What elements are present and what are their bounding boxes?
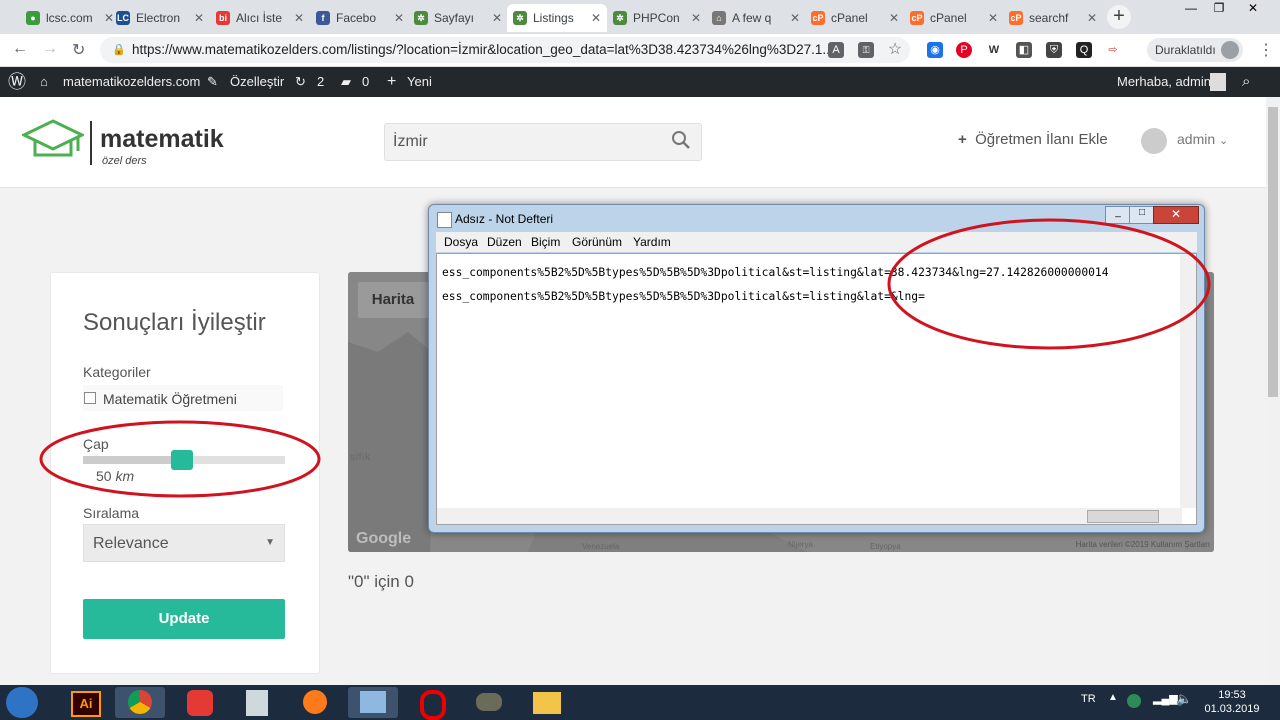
taskbar-illustrator[interactable]: Ai [60, 687, 110, 718]
clock-date: 01.03.2019 [1204, 703, 1260, 715]
start-button[interactable] [6, 687, 38, 718]
calculator-icon [246, 690, 268, 716]
annotation-ellipse [39, 420, 321, 498]
taskbar-app[interactable] [175, 687, 225, 718]
taskbar-notepad[interactable] [348, 687, 398, 718]
tray-app-icon[interactable] [1127, 694, 1141, 708]
opera-icon [420, 690, 446, 720]
taskbar-explorer[interactable] [522, 687, 572, 718]
taskbar-opera[interactable] [406, 687, 456, 720]
gimp-icon [476, 693, 502, 711]
signal-icon[interactable]: ▂▄▆ [1153, 692, 1178, 705]
tray-chevron-icon[interactable]: ▲ [1108, 692, 1118, 703]
volume-icon[interactable]: 🔈 [1176, 691, 1192, 707]
annotation-ellipse [887, 218, 1211, 350]
annotation-layer [39, 218, 1211, 498]
firefox-icon [303, 690, 327, 714]
illustrator-icon: Ai [71, 691, 101, 717]
taskbar-firefox[interactable] [290, 687, 340, 718]
app-icon [187, 690, 213, 716]
taskbar-calculator[interactable] [232, 687, 282, 718]
folder-icon [533, 692, 561, 714]
taskbar-gimp[interactable] [464, 687, 514, 718]
windows-taskbar: Ai TR ▲ ▂▄▆ 🔈 19:53 01.03.2019 [0, 685, 1280, 720]
chrome-icon [128, 690, 152, 714]
clock-time: 19:53 [1218, 689, 1246, 701]
language-indicator[interactable]: TR [1081, 693, 1096, 705]
clock[interactable]: 19:53 01.03.2019 [1200, 688, 1264, 716]
taskbar-chrome[interactable] [115, 687, 165, 718]
notepad-icon [360, 691, 386, 713]
